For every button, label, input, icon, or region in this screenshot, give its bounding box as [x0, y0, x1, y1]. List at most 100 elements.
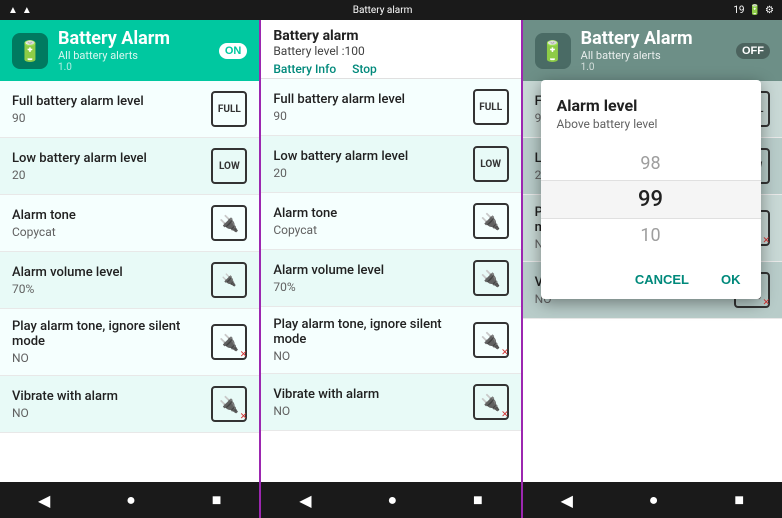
dialog-scroll-item-99[interactable]: 99: [541, 180, 761, 219]
middle-settings-list: Full battery alarm level 90 FULL Low bat…: [261, 79, 520, 482]
left-vibrate-icon: 🔌✕: [211, 386, 247, 422]
mid-full-battery-icon: FULL: [473, 89, 509, 125]
left-volume-value: 70%: [12, 282, 211, 296]
mid-home-button[interactable]: ●: [371, 486, 413, 514]
left-item-silent[interactable]: Play alarm tone, ignore silent mode NO 🔌…: [0, 309, 259, 376]
left-full-battery-icon: FULL: [211, 91, 247, 127]
left-recent-button[interactable]: ■: [196, 486, 238, 514]
mid-vibrate-label: Vibrate with alarm: [273, 387, 472, 402]
dialog-scroll-area[interactable]: 98 99 10: [541, 139, 761, 260]
mid-item-volume-text: Alarm volume level 70%: [273, 263, 472, 294]
status-bar-center: Battery alarm: [353, 5, 413, 16]
left-item-volume-text: Alarm volume level 70%: [12, 265, 211, 296]
left-silent-label: Play alarm tone, ignore silent mode: [12, 319, 211, 349]
wifi-icon: ▲: [22, 5, 32, 16]
dialog-ok-button[interactable]: OK: [713, 268, 749, 291]
mid-item-alarm-tone-text: Alarm tone Copycat: [273, 206, 472, 237]
mid-item-silent-text: Play alarm tone, ignore silent mode NO: [273, 317, 472, 363]
mid-full-battery-value: 90: [273, 109, 472, 123]
left-item-low-battery[interactable]: Low battery alarm level 20 LOW: [0, 138, 259, 195]
right-back-button[interactable]: ◀: [545, 487, 589, 514]
alarm-level-dialog: Alarm level Above battery level 98 99 10…: [541, 80, 761, 299]
mid-alarm-tone-icon: 🔌: [473, 203, 509, 239]
right-home-button[interactable]: ●: [633, 486, 675, 514]
dialog-cancel-button[interactable]: CANCEL: [627, 268, 697, 291]
left-volume-label: Alarm volume level: [12, 265, 211, 280]
battery-info-button[interactable]: Battery Info: [273, 62, 336, 76]
mid-item-low-battery-text: Low battery alarm level 20: [273, 149, 472, 180]
dialog-scroll-item-10[interactable]: 10: [541, 219, 761, 252]
left-item-silent-text: Play alarm tone, ignore silent mode NO: [12, 319, 211, 365]
left-app-header: 🔋 Battery Alarm All battery alerts 1.0 O…: [0, 20, 259, 81]
right-recent-button[interactable]: ■: [718, 486, 760, 514]
mid-volume-value: 70%: [273, 280, 472, 294]
left-item-volume[interactable]: Alarm volume level 70% 🔌: [0, 252, 259, 309]
battery-icon: 🔋: [749, 5, 761, 16]
mid-recent-button[interactable]: ■: [457, 486, 499, 514]
left-panel: 🔋 Battery Alarm All battery alerts 1.0 O…: [0, 20, 259, 518]
status-bar-left: ▲ ▲: [8, 5, 32, 16]
mid-item-vibrate-text: Vibrate with alarm NO: [273, 387, 472, 418]
notification-title-text: Battery alarm: [273, 28, 508, 44]
mid-item-volume[interactable]: Alarm volume level 70% 🔌: [261, 250, 520, 307]
mid-item-low-battery[interactable]: Low battery alarm level 20 LOW: [261, 136, 520, 193]
mid-alarm-tone-label: Alarm tone: [273, 206, 472, 221]
notification-title: Battery alarm: [353, 5, 413, 16]
left-alarm-tone-icon: 🔌: [211, 205, 247, 241]
mid-low-battery-icon: LOW: [473, 146, 509, 182]
mid-silent-value: NO: [273, 349, 472, 363]
left-vibrate-label: Vibrate with alarm: [12, 389, 211, 404]
mid-item-full-battery[interactable]: Full battery alarm level 90 FULL: [261, 79, 520, 136]
left-full-battery-value: 90: [12, 111, 211, 125]
signal-icon: ▲: [8, 5, 18, 16]
left-item-full-battery-text: Full battery alarm level 90: [12, 94, 211, 125]
mid-item-silent[interactable]: Play alarm tone, ignore silent mode NO 🔌…: [261, 307, 520, 374]
dialog-overlay: Alarm level Above battery level 98 99 10…: [519, 40, 782, 482]
notification-header: Battery alarm Battery level :100 Battery…: [261, 20, 520, 79]
left-silent-icon: 🔌✕: [211, 324, 247, 360]
panels-wrapper: 🔋 Battery Alarm All battery alerts 1.0 O…: [0, 20, 782, 518]
mid-vibrate-value: NO: [273, 404, 472, 418]
settings-icon: ⚙: [765, 5, 774, 16]
mid-low-battery-value: 20: [273, 166, 472, 180]
left-home-button[interactable]: ●: [110, 486, 152, 514]
left-volume-icon: 🔌: [211, 262, 247, 298]
left-low-battery-icon: LOW: [211, 148, 247, 184]
notification-subtitle: Battery level :100: [273, 44, 508, 58]
notification-actions: Battery Info Stop: [273, 62, 508, 76]
left-full-battery-label: Full battery alarm level: [12, 94, 211, 109]
mid-item-full-battery-text: Full battery alarm level 90: [273, 92, 472, 123]
left-item-full-battery[interactable]: Full battery alarm level 90 FULL: [0, 81, 259, 138]
middle-nav-bar: ◀ ● ■: [261, 482, 520, 518]
left-low-battery-label: Low battery alarm level: [12, 151, 211, 166]
mid-volume-icon: 🔌: [473, 260, 509, 296]
left-toggle-button[interactable]: ON: [219, 43, 248, 59]
left-app-icon: 🔋: [12, 33, 48, 69]
mid-vibrate-icon: 🔌✕: [473, 384, 509, 420]
left-app-title: Battery Alarm: [58, 28, 209, 49]
mid-full-battery-label: Full battery alarm level: [273, 92, 472, 107]
left-item-alarm-tone-text: Alarm tone Copycat: [12, 208, 211, 239]
middle-panel: Battery alarm Battery level :100 Battery…: [261, 20, 520, 518]
dialog-subtitle: Above battery level: [557, 117, 745, 131]
left-item-alarm-tone[interactable]: Alarm tone Copycat 🔌: [0, 195, 259, 252]
mid-volume-label: Alarm volume level: [273, 263, 472, 278]
left-vibrate-value: NO: [12, 406, 211, 420]
left-back-button[interactable]: ◀: [22, 487, 66, 514]
signal-strength: 19: [733, 5, 744, 16]
left-app-version: 1.0: [58, 62, 209, 73]
left-header-text: Battery Alarm All battery alerts 1.0: [58, 28, 209, 73]
dialog-actions: CANCEL OK: [541, 260, 761, 299]
mid-low-battery-label: Low battery alarm level: [273, 149, 472, 164]
left-item-vibrate[interactable]: Vibrate with alarm NO 🔌✕: [0, 376, 259, 433]
mid-back-button[interactable]: ◀: [283, 487, 327, 514]
right-nav-bar: ◀ ● ■: [523, 482, 782, 518]
dialog-scroll-item-98[interactable]: 98: [541, 147, 761, 180]
left-settings-list: Full battery alarm level 90 FULL Low bat…: [0, 81, 259, 482]
mid-item-vibrate[interactable]: Vibrate with alarm NO 🔌✕: [261, 374, 520, 431]
left-silent-value: NO: [12, 351, 211, 365]
left-alarm-tone-value: Copycat: [12, 225, 211, 239]
left-alarm-tone-label: Alarm tone: [12, 208, 211, 223]
stop-button[interactable]: Stop: [352, 62, 377, 76]
mid-item-alarm-tone[interactable]: Alarm tone Copycat 🔌: [261, 193, 520, 250]
